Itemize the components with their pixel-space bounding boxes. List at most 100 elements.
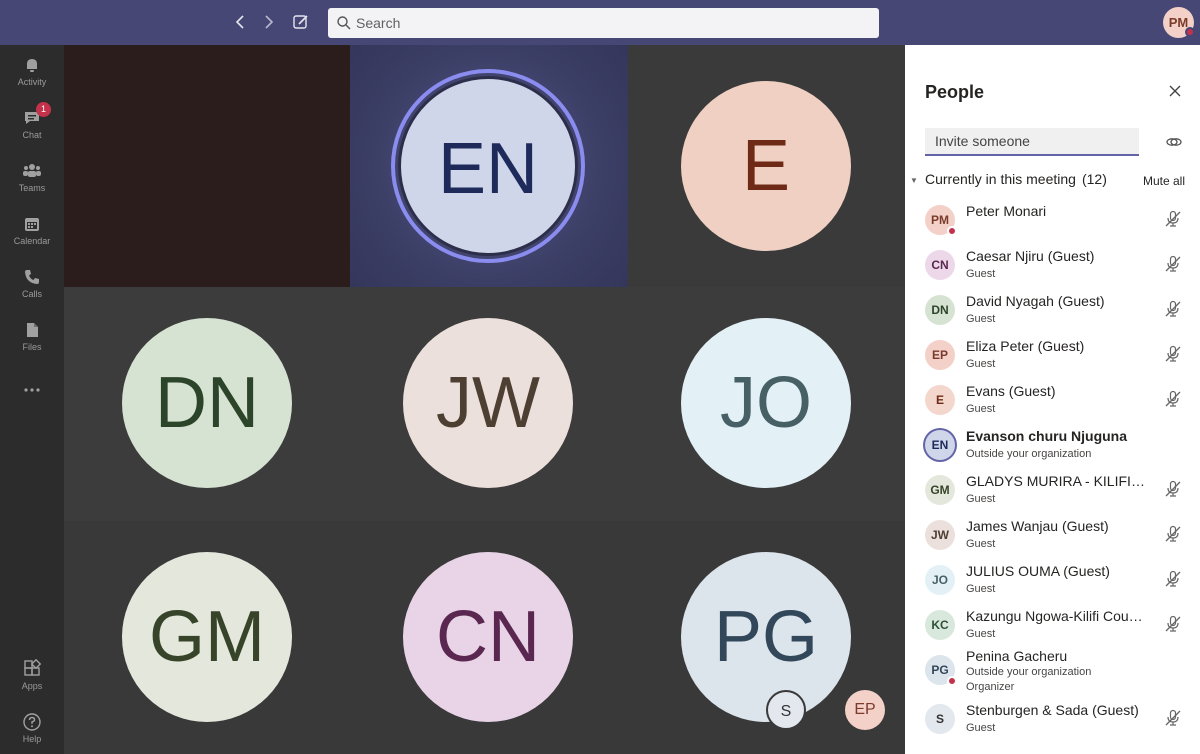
participant-avatar: EN xyxy=(925,430,955,460)
rail-item-chat[interactable]: Chat 1 xyxy=(0,98,64,148)
participant-name: Stenburgen & Sada (Guest) xyxy=(966,702,1139,718)
new-chat-button[interactable] xyxy=(291,12,311,32)
mic-muted-icon[interactable] xyxy=(1163,479,1183,499)
participant-name: Penina Gacheru xyxy=(966,648,1068,664)
participant-avatar: GM xyxy=(122,552,292,722)
rail-item-calls[interactable]: Calls xyxy=(0,257,64,307)
rail-item-calendar[interactable]: Calendar xyxy=(0,204,64,254)
participant-avatar: EP xyxy=(925,340,955,370)
forward-button[interactable] xyxy=(258,12,278,32)
participant-avatar: CN xyxy=(403,552,573,722)
video-tile[interactable]: JO xyxy=(628,287,905,521)
rail-item-activity[interactable]: Activity xyxy=(0,45,64,95)
share-invite-icon[interactable] xyxy=(1165,133,1183,151)
participant-row[interactable]: EP Eliza Peter (Guest) Guest xyxy=(905,336,1200,381)
rail-item-help[interactable]: Help xyxy=(0,702,64,752)
mic-muted-icon[interactable] xyxy=(1163,209,1183,229)
participant-row[interactable]: E Evans (Guest) Guest xyxy=(905,381,1200,426)
chevron-left-icon xyxy=(235,15,244,29)
mic-muted-icon[interactable] xyxy=(1163,614,1183,634)
more-apps-button[interactable] xyxy=(0,370,64,400)
teams-icon xyxy=(23,164,41,177)
participant-row[interactable]: JW James Wanjau (Guest) Guest xyxy=(905,516,1200,561)
participant-name: JULIUS OUMA (Guest) xyxy=(966,563,1110,579)
search-input[interactable] xyxy=(356,8,866,38)
mic-muted-icon[interactable] xyxy=(1163,708,1183,728)
back-button[interactable] xyxy=(231,12,251,32)
mic-muted-icon[interactable] xyxy=(1163,389,1183,409)
avatar-initials: JW xyxy=(931,528,949,542)
user-avatar[interactable]: PM xyxy=(1163,7,1195,38)
participant-name: Eliza Peter (Guest) xyxy=(966,338,1085,354)
participant-role: Guest xyxy=(966,722,996,734)
participant-count: (12) xyxy=(1081,171,1107,187)
avatar-initials: DN xyxy=(155,363,259,443)
meeting-stage: EN E DN JW JO GM CN PG S EP xyxy=(64,45,905,754)
avatar-initials: S xyxy=(780,703,792,720)
avatar-initials: KC xyxy=(931,618,949,632)
compose-icon xyxy=(293,15,308,29)
overflow-avatar[interactable]: EP xyxy=(845,690,885,730)
participant-avatar: JW xyxy=(925,520,955,550)
participant-name: David Nyagah (Guest) xyxy=(966,293,1105,309)
participant-row[interactable]: S Stenburgen & Sada (Guest) Guest xyxy=(905,700,1200,745)
mute-all-button[interactable]: Mute all xyxy=(1143,174,1185,188)
mic-muted-icon[interactable] xyxy=(1163,524,1183,544)
participant-role: Guest xyxy=(966,538,996,550)
participant-row[interactable]: KC Kazungu Ngowa-Kilifi County Guest xyxy=(905,606,1200,651)
participant-row[interactable]: JO JULIUS OUMA (Guest) Guest xyxy=(905,561,1200,606)
avatar-initials: CN xyxy=(931,258,949,272)
mic-muted-icon[interactable] xyxy=(1163,569,1183,589)
chevron-right-icon xyxy=(265,15,274,29)
mic-muted-icon[interactable] xyxy=(1163,299,1183,319)
avatar-initials: JW xyxy=(436,363,540,443)
search-box[interactable] xyxy=(328,8,879,38)
participant-name: Caesar Njiru (Guest) xyxy=(966,248,1095,264)
rail-item-files[interactable]: Files xyxy=(0,310,64,360)
video-tile[interactable]: GM xyxy=(64,521,350,754)
avatar-initials: E xyxy=(741,126,791,206)
rail-item-apps[interactable]: Apps xyxy=(0,649,64,699)
calendar-icon xyxy=(25,218,39,231)
participant-avatar: CN xyxy=(925,250,955,280)
video-tile[interactable]: DN xyxy=(64,287,350,521)
participant-avatar: KC xyxy=(925,610,955,640)
participant-role: Guest xyxy=(966,583,996,595)
participant-row[interactable]: DN David Nyagah (Guest) Guest xyxy=(905,291,1200,336)
help-icon xyxy=(23,713,41,731)
avatar-initials: JO xyxy=(931,573,948,587)
participant-avatar: JO xyxy=(925,565,955,595)
app-rail: Activity Chat 1 Teams Calendar Calls Fil… xyxy=(0,45,64,754)
search-icon xyxy=(337,16,351,30)
avatar-initials: EN xyxy=(931,438,949,452)
video-tile[interactable] xyxy=(64,45,350,287)
avatar-initials: GM xyxy=(930,483,950,497)
participant-row[interactable]: CN Caesar Njiru (Guest) Guest xyxy=(905,246,1200,291)
rail-label: Calls xyxy=(21,289,42,299)
video-tile[interactable]: E xyxy=(628,45,905,287)
rail-item-teams[interactable]: Teams xyxy=(0,151,64,201)
video-tile[interactable]: CN xyxy=(350,521,628,754)
participant-row[interactable]: EN Evanson churu Njuguna Outside your orga… xyxy=(905,426,1200,471)
video-tile[interactable]: JW xyxy=(350,287,628,521)
close-panel-button[interactable] xyxy=(1167,83,1183,99)
participant-role-secondary: Organizer xyxy=(966,681,1015,693)
participant-row[interactable]: GM GLADYS MURIRA - KILIFI COUNTY Guest xyxy=(905,471,1200,516)
video-tile-speaking[interactable]: EN xyxy=(350,45,628,287)
participant-role: Guest xyxy=(966,493,996,505)
mic-muted-icon[interactable] xyxy=(1163,344,1183,364)
participant-avatar: DN xyxy=(925,295,955,325)
invite-input[interactable] xyxy=(925,128,1139,156)
avatar-initials: EP xyxy=(931,348,948,362)
avatar-initials: S xyxy=(935,712,944,726)
mic-muted-icon[interactable] xyxy=(1163,254,1183,274)
phone-icon xyxy=(25,270,39,284)
participant-role: Guest xyxy=(966,313,996,325)
avatar-initials: CN xyxy=(436,597,540,677)
busy-status-dot xyxy=(947,676,957,686)
overflow-avatar[interactable]: S xyxy=(766,690,806,730)
participant-row[interactable]: PG Penina Gacheru Outside your organizatio… xyxy=(905,648,1200,696)
participant-avatar: PM xyxy=(925,205,957,236)
unread-badge: 1 xyxy=(36,102,51,117)
participant-row[interactable]: PM Peter Monari xyxy=(905,201,1200,246)
